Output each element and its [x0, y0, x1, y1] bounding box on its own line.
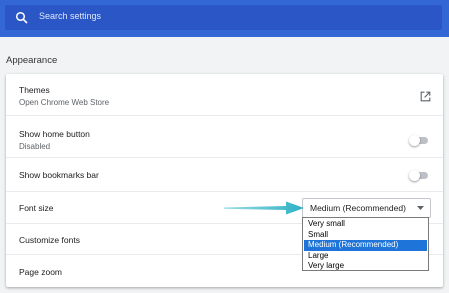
top-bar: Search settings	[0, 0, 449, 37]
external-link-icon[interactable]	[420, 91, 431, 102]
home-button-row: Show home button Disabled	[6, 115, 443, 158]
home-button-subtitle: Disabled	[19, 142, 51, 151]
option-medium-recommended[interactable]: Medium (Recommended)	[304, 240, 427, 251]
option-large[interactable]: Large	[304, 251, 427, 262]
font-size-title: Font size	[19, 203, 54, 213]
themes-title: Themes	[19, 85, 50, 95]
bookmarks-bar-title: Show bookmarks bar	[19, 170, 99, 180]
option-very-small[interactable]: Very small	[304, 219, 427, 230]
font-size-selected-value: Medium (Recommended)	[310, 203, 406, 213]
toggle-knob	[409, 170, 420, 181]
themes-subtitle: Open Chrome Web Store	[19, 98, 110, 107]
home-button-title: Show home button	[19, 129, 90, 139]
section-title-appearance: Appearance	[6, 55, 58, 66]
font-size-dropdown: Very small Small Medium (Recommended) La…	[302, 217, 429, 271]
bookmarks-bar-row: Show bookmarks bar	[6, 157, 443, 192]
option-very-large[interactable]: Very large	[304, 261, 427, 272]
bookmarks-bar-toggle[interactable]	[409, 170, 429, 181]
font-size-select[interactable]: Medium (Recommended)	[302, 198, 431, 218]
search-field[interactable]: Search settings	[5, 5, 442, 30]
customize-fonts-title: Customize fonts	[19, 235, 80, 245]
chevron-down-icon	[417, 206, 424, 210]
page-zoom-title: Page zoom	[19, 267, 62, 277]
search-input[interactable]: Search settings	[39, 11, 101, 21]
themes-row[interactable]: Themes Open Chrome Web Store	[6, 74, 443, 115]
toggle-knob	[409, 135, 420, 146]
arrow-right-icon	[224, 201, 304, 215]
search-icon	[15, 11, 28, 24]
home-button-toggle[interactable]	[409, 135, 429, 146]
option-small[interactable]: Small	[304, 230, 427, 241]
